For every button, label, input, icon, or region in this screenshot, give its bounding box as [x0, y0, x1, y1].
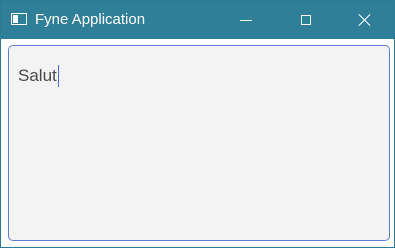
application-icon — [11, 13, 27, 25]
application-window: Fyne Application Salut — [0, 0, 395, 248]
minimize-button[interactable] — [217, 1, 275, 39]
maximize-button[interactable] — [277, 1, 335, 39]
minimize-icon — [240, 19, 252, 21]
maximize-icon — [301, 15, 311, 25]
window-title: Fyne Application — [35, 11, 146, 28]
title-bar[interactable]: Fyne Application — [1, 1, 394, 39]
text-area[interactable]: Salut — [8, 45, 390, 241]
close-icon — [358, 13, 372, 27]
text-cursor — [57, 65, 59, 87]
text-line: Salut — [18, 65, 59, 87]
window-content: Salut — [1, 39, 394, 247]
text-value: Salut — [18, 66, 57, 85]
close-button[interactable] — [336, 1, 394, 39]
